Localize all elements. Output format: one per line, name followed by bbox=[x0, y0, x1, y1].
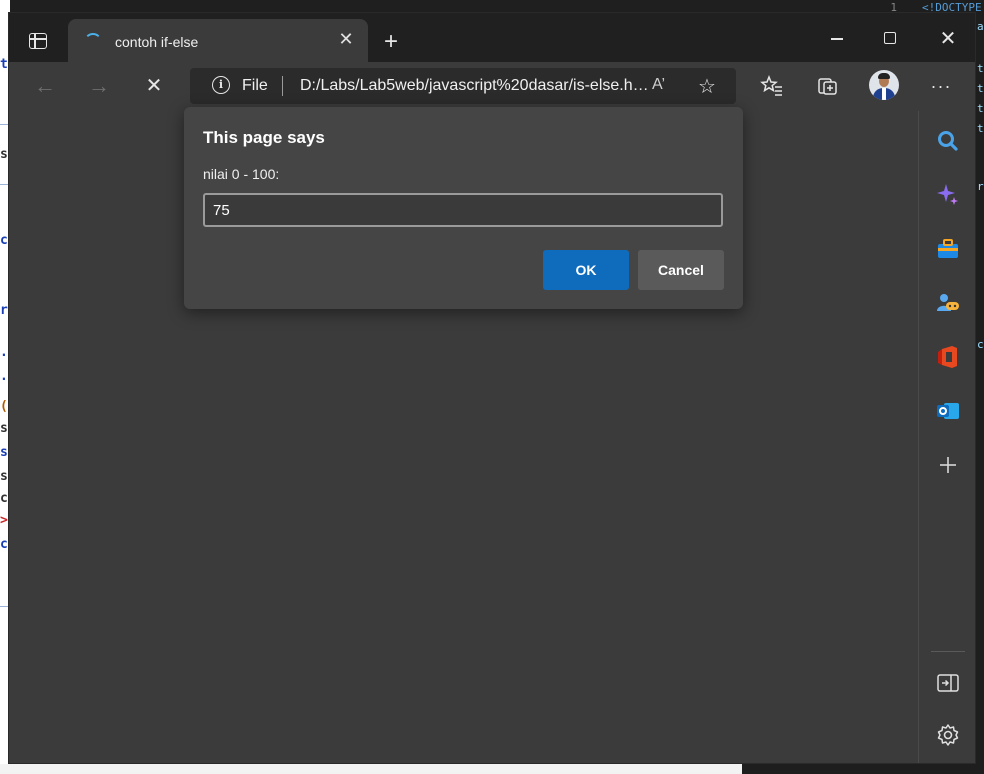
new-tab-button[interactable]: + bbox=[379, 30, 403, 55]
dialog-title: This page says bbox=[203, 128, 325, 147]
read-aloud-icon[interactable]: A’ bbox=[652, 76, 665, 94]
close-window-button[interactable]: ✕ bbox=[936, 27, 960, 51]
tab-title: contoh if-else bbox=[115, 34, 199, 50]
close-tab-icon[interactable]: ✕ bbox=[338, 30, 354, 48]
code-fragment: . bbox=[0, 345, 8, 360]
more-options-button[interactable]: ··· bbox=[926, 71, 956, 101]
background-taskbar-strip bbox=[0, 0, 850, 12]
title-bar: contoh if-else ✕ + ✕ bbox=[9, 13, 975, 62]
maximize-button[interactable] bbox=[879, 27, 903, 51]
code-fragment: t bbox=[0, 57, 8, 72]
collections-button[interactable] bbox=[813, 71, 843, 101]
code-fragment: ( bbox=[0, 399, 8, 414]
collections-icon bbox=[818, 78, 837, 95]
settings-icon[interactable] bbox=[934, 721, 962, 749]
add-icon[interactable] bbox=[934, 451, 962, 479]
tools-icon[interactable] bbox=[934, 235, 962, 263]
code-fragment: r bbox=[977, 180, 984, 193]
url-scheme: File bbox=[242, 77, 268, 94]
favorites-button[interactable] bbox=[757, 71, 787, 101]
code-fragment: t bbox=[977, 102, 984, 115]
edge-sidebar bbox=[918, 111, 975, 763]
copilot-icon[interactable] bbox=[934, 181, 962, 209]
code-fragment: c bbox=[977, 338, 984, 351]
add-favorite-icon[interactable]: ☆ bbox=[698, 74, 716, 99]
sidebar-divider bbox=[931, 651, 965, 652]
loading-spinner-icon bbox=[84, 33, 102, 51]
dialog-message: nilai 0 - 100: bbox=[203, 166, 280, 182]
address-separator bbox=[282, 76, 283, 96]
prompt-dialog: This page says nilai 0 - 100: OK Cancel bbox=[184, 107, 743, 309]
profile-avatar[interactable] bbox=[869, 70, 899, 100]
stop-loading-button[interactable]: ✕ bbox=[140, 72, 168, 100]
code-fragment: t bbox=[977, 62, 984, 75]
games-icon[interactable] bbox=[934, 289, 962, 317]
outlook-icon[interactable] bbox=[934, 397, 962, 425]
split-screen-icon[interactable] bbox=[934, 669, 962, 697]
navigation-toolbar: ← → ✕ i File D:/Labs/Lab5web/javascript%… bbox=[9, 62, 975, 111]
code-fragment: . bbox=[0, 369, 8, 384]
address-bar[interactable]: i File D:/Labs/Lab5web/javascript%20dasa… bbox=[190, 68, 736, 104]
background-editor-bottom bbox=[0, 764, 742, 774]
code-fragment: > bbox=[0, 513, 8, 528]
code-fragment: t bbox=[977, 82, 984, 95]
prompt-input[interactable] bbox=[203, 193, 723, 227]
minimize-button[interactable] bbox=[825, 27, 849, 51]
tab-active[interactable]: contoh if-else ✕ bbox=[68, 19, 368, 62]
cancel-button[interactable]: Cancel bbox=[638, 250, 724, 290]
url-text[interactable]: D:/Labs/Lab5web/javascript%20dasar/is-el… bbox=[300, 77, 652, 95]
forward-button[interactable]: → bbox=[85, 72, 113, 100]
office-icon[interactable] bbox=[934, 343, 962, 371]
info-icon[interactable]: i bbox=[212, 76, 230, 94]
background-bottom-strip bbox=[0, 764, 984, 774]
code-fragment: a bbox=[977, 20, 984, 33]
ok-button[interactable]: OK bbox=[543, 250, 629, 290]
favorites-icon bbox=[760, 74, 782, 96]
back-button[interactable]: ← bbox=[31, 72, 59, 100]
tab-actions-icon[interactable] bbox=[29, 33, 47, 49]
code-fragment: t bbox=[977, 122, 984, 135]
search-icon[interactable] bbox=[934, 127, 962, 155]
